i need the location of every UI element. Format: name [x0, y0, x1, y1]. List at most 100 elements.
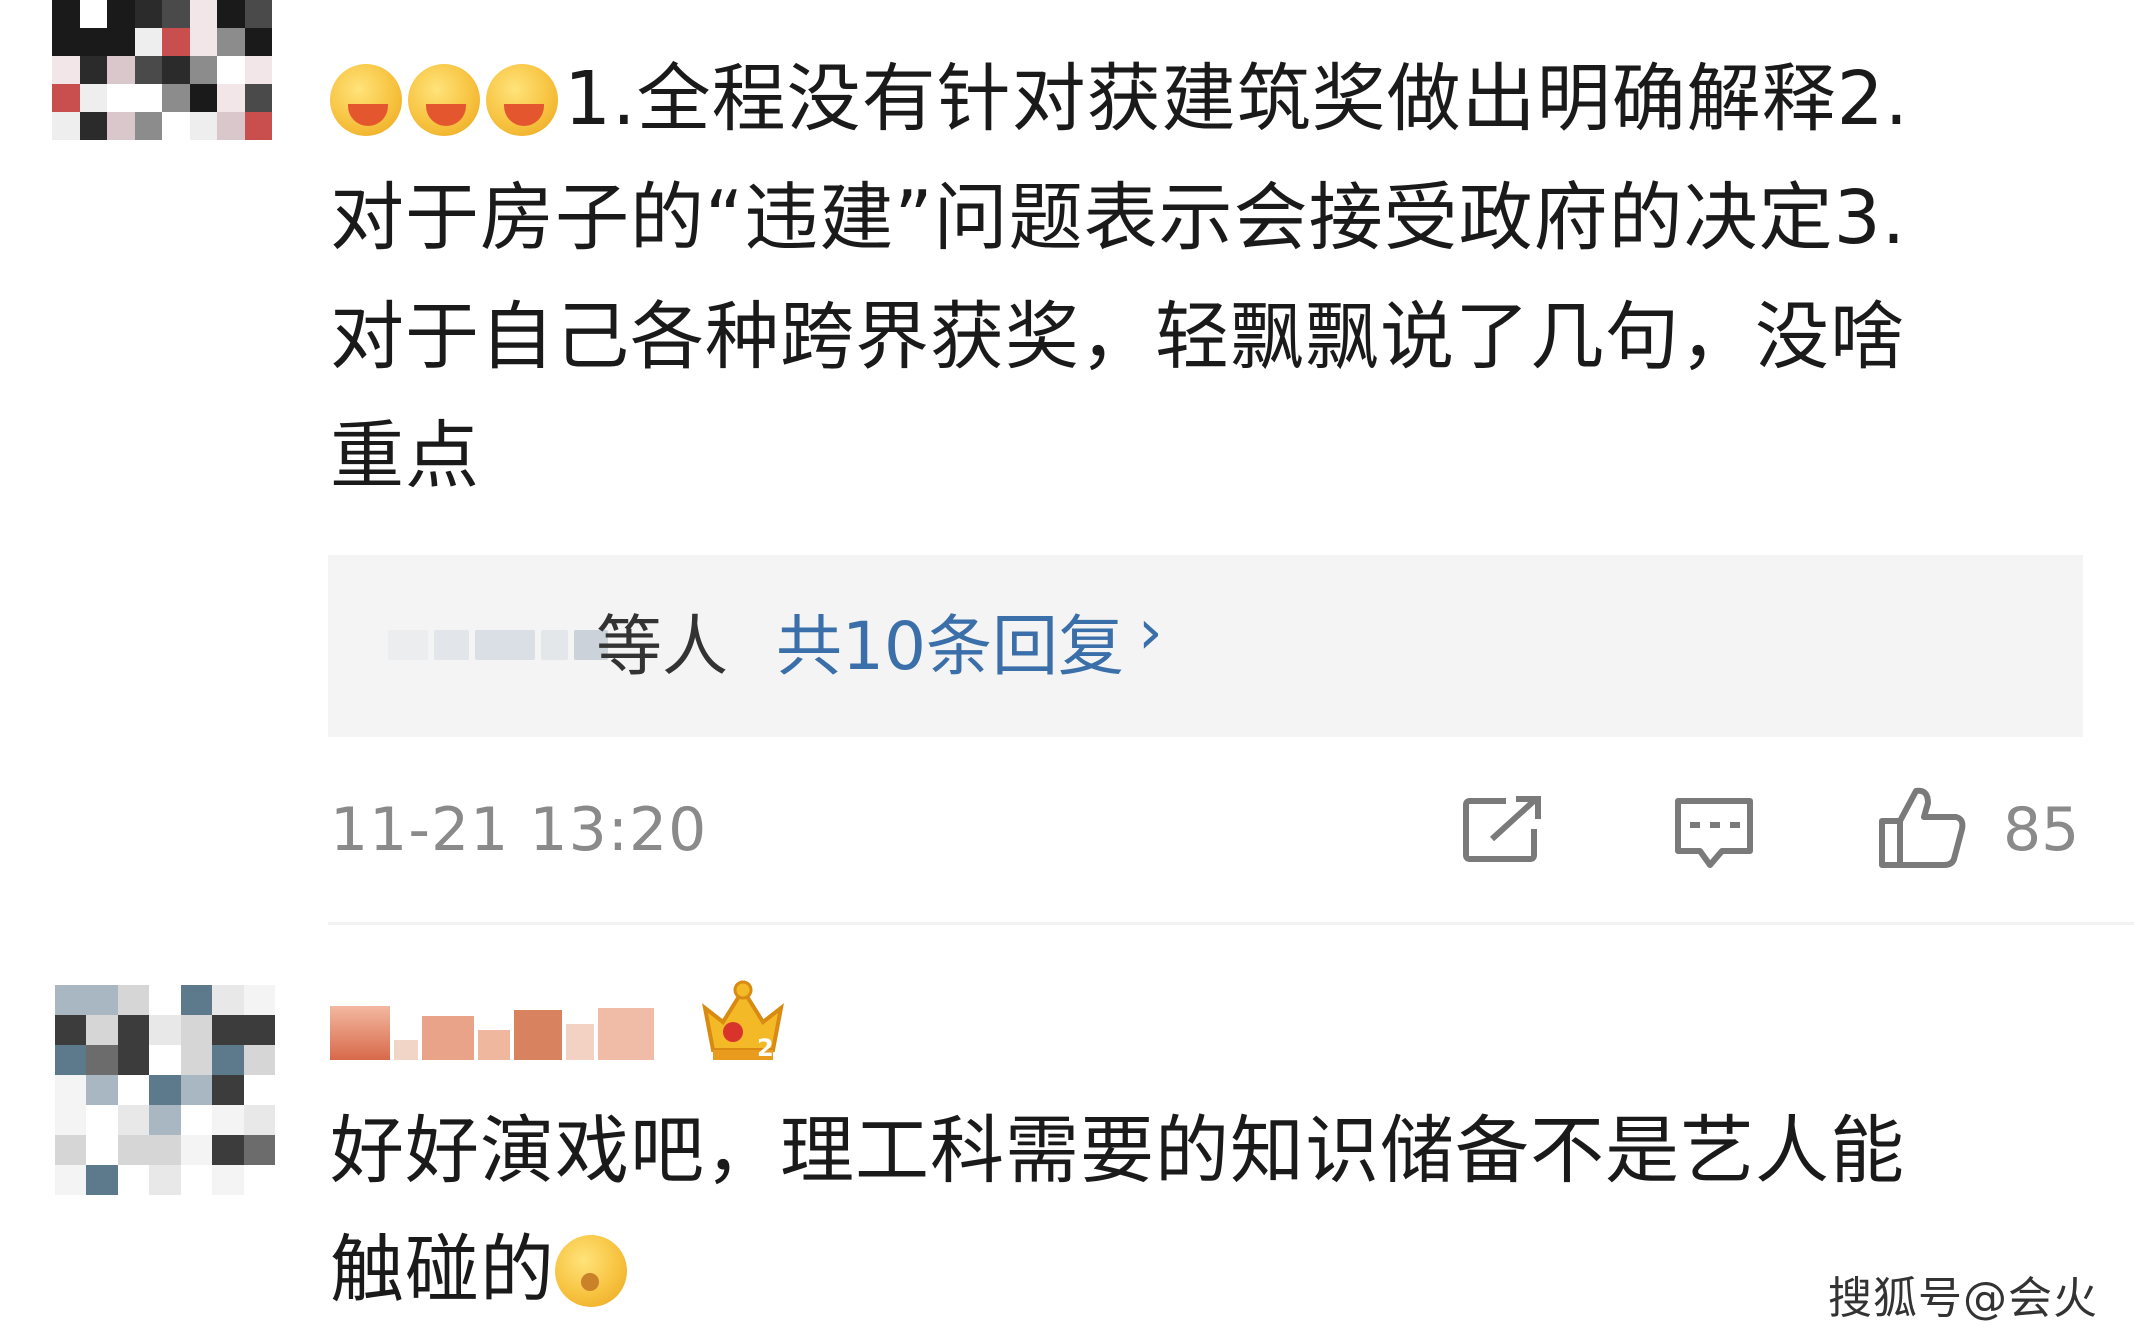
avatar-pixel: [149, 985, 181, 1015]
avatar-pixel: [117, 1165, 150, 1195]
avatar-pixel: [55, 1105, 87, 1135]
comment-icon[interactable]: [1672, 795, 1756, 869]
share-icon[interactable]: [1462, 795, 1546, 863]
avatar-pixel: [180, 1015, 213, 1045]
like-count: 85: [2003, 795, 2080, 865]
avatar-pixel: [55, 985, 87, 1015]
avatar-pixel: [244, 28, 272, 56]
avatar-pixel: [189, 84, 217, 112]
divider: [328, 922, 2134, 925]
comment-line: 对于自己各种跨界获奖，轻飘飘说了几句，没啥: [330, 294, 1905, 380]
yum-face-emoji: [330, 64, 402, 136]
avatar-pixel: [162, 84, 190, 112]
avatar-pixel: [86, 1105, 118, 1135]
avatar-pixel: [244, 0, 272, 28]
avatar-pixel: [243, 1105, 275, 1135]
avatar-pixel: [86, 985, 118, 1015]
avatar-pixel: [134, 84, 162, 112]
avatar-pixel: [189, 112, 217, 140]
comment-line: 重点: [330, 413, 480, 499]
avatar-pixel: [217, 84, 245, 112]
avatar-pixel: [79, 112, 107, 140]
avatar-pixel: [244, 56, 272, 84]
avatar-pixel: [180, 1075, 213, 1105]
avatar-pixel: [244, 84, 272, 112]
avatar-pixel: [79, 0, 107, 28]
avatar-pixel: [212, 985, 244, 1015]
avatar-pixel: [149, 1045, 181, 1075]
avatar-pixel: [79, 56, 107, 84]
avatar-pixel: [86, 1075, 118, 1105]
avatar-pixel: [134, 56, 162, 84]
comment-line: 触碰的: [330, 1227, 555, 1313]
avatar-pixel: [52, 84, 80, 112]
avatar-pixel: [79, 28, 107, 56]
avatar-pixel: [52, 28, 80, 56]
like-icon[interactable]: [1878, 785, 1966, 869]
avatar-pixel: [149, 1135, 181, 1165]
avatar-pixel: [52, 112, 80, 140]
avatar-pixel: [212, 1045, 244, 1075]
avatar-pixel: [52, 0, 80, 28]
avatar-pixel: [55, 1135, 87, 1165]
avatar-pixel: [107, 28, 135, 56]
comment-line: 好好演戏吧，理工科需要的知识储备不是艺人能: [330, 1108, 1905, 1194]
avatar-pixel: [55, 1045, 87, 1075]
avatar-pixel: [55, 1075, 87, 1105]
replies-panel[interactable]: 等人 共10条回复 ›: [328, 555, 2083, 737]
yum-face-emoji: [408, 64, 480, 136]
avatar-pixel: [244, 112, 272, 140]
avatar-pixel: [217, 56, 245, 84]
avatar-pixel: [180, 985, 213, 1015]
avatar-pixel: [149, 1105, 181, 1135]
avatar-pixel: [86, 1015, 118, 1045]
avatar-pixel: [55, 1015, 87, 1045]
avatar-pixel: [134, 0, 162, 28]
badge-level: 2: [757, 1034, 774, 1062]
avatar-pixel: [149, 1165, 181, 1195]
avatar-pixel: [189, 0, 217, 28]
avatar-pixel: [117, 985, 150, 1015]
avatar-pixel: [107, 112, 135, 140]
avatar-pixel: [117, 1105, 150, 1135]
chevron-right-icon[interactable]: ›: [1138, 595, 1163, 668]
avatar-pixel: [134, 28, 162, 56]
avatar-pixel: [212, 1165, 244, 1195]
avatar-pixel: [117, 1045, 150, 1075]
comment-line: 对于房子的“违建”问题表示会接受政府的决定3.: [330, 175, 1907, 261]
avatar[interactable]: [55, 985, 275, 1195]
avatar-pixel: [243, 1165, 275, 1195]
crown-badge-icon: 2: [702, 980, 784, 1062]
avatar-pixel: [107, 84, 135, 112]
view-replies-link[interactable]: 共10条回复: [776, 593, 1124, 689]
avatar-pixel: [117, 1135, 150, 1165]
comment-text: 1.全程没有针对获建筑奖做出明确解释2. 对于房子的“违建”问题表示会接受政府的…: [330, 40, 1909, 516]
avatar-pixel: [180, 1135, 213, 1165]
avatar-pixel: [180, 1105, 213, 1135]
avatar-pixel: [117, 1015, 150, 1045]
avatar-pixel: [180, 1045, 213, 1075]
comment-text: 好好演戏吧，理工科需要的知识储备不是艺人能 触碰的: [330, 1092, 1905, 1330]
avatar-pixel: [217, 112, 245, 140]
username-blurred[interactable]: [330, 1000, 675, 1060]
replier-suffix: 等人: [596, 608, 728, 685]
avatar-pixel: [117, 1075, 150, 1105]
avatar-pixel: [162, 28, 190, 56]
avatar-pixel: [162, 112, 190, 140]
avatar-pixel: [79, 84, 107, 112]
avatar-pixel: [212, 1105, 244, 1135]
avatar-pixel: [162, 0, 190, 28]
avatar-pixel: [149, 1075, 181, 1105]
avatar-pixel: [149, 1015, 181, 1045]
avatar-pixel: [86, 1165, 118, 1195]
avatar-pixel: [217, 0, 245, 28]
watermark: 搜狐号@会火: [1828, 1273, 2098, 1324]
yum-face-emoji: [486, 64, 558, 136]
avatar-pixel: [243, 1075, 275, 1105]
avatar-pixel: [107, 56, 135, 84]
avatar-pixel: [107, 0, 135, 28]
avatar-pixel: [162, 56, 190, 84]
avatar[interactable]: [52, 0, 272, 140]
avatar-pixel: [212, 1135, 244, 1165]
avatar-pixel: [212, 1075, 244, 1105]
